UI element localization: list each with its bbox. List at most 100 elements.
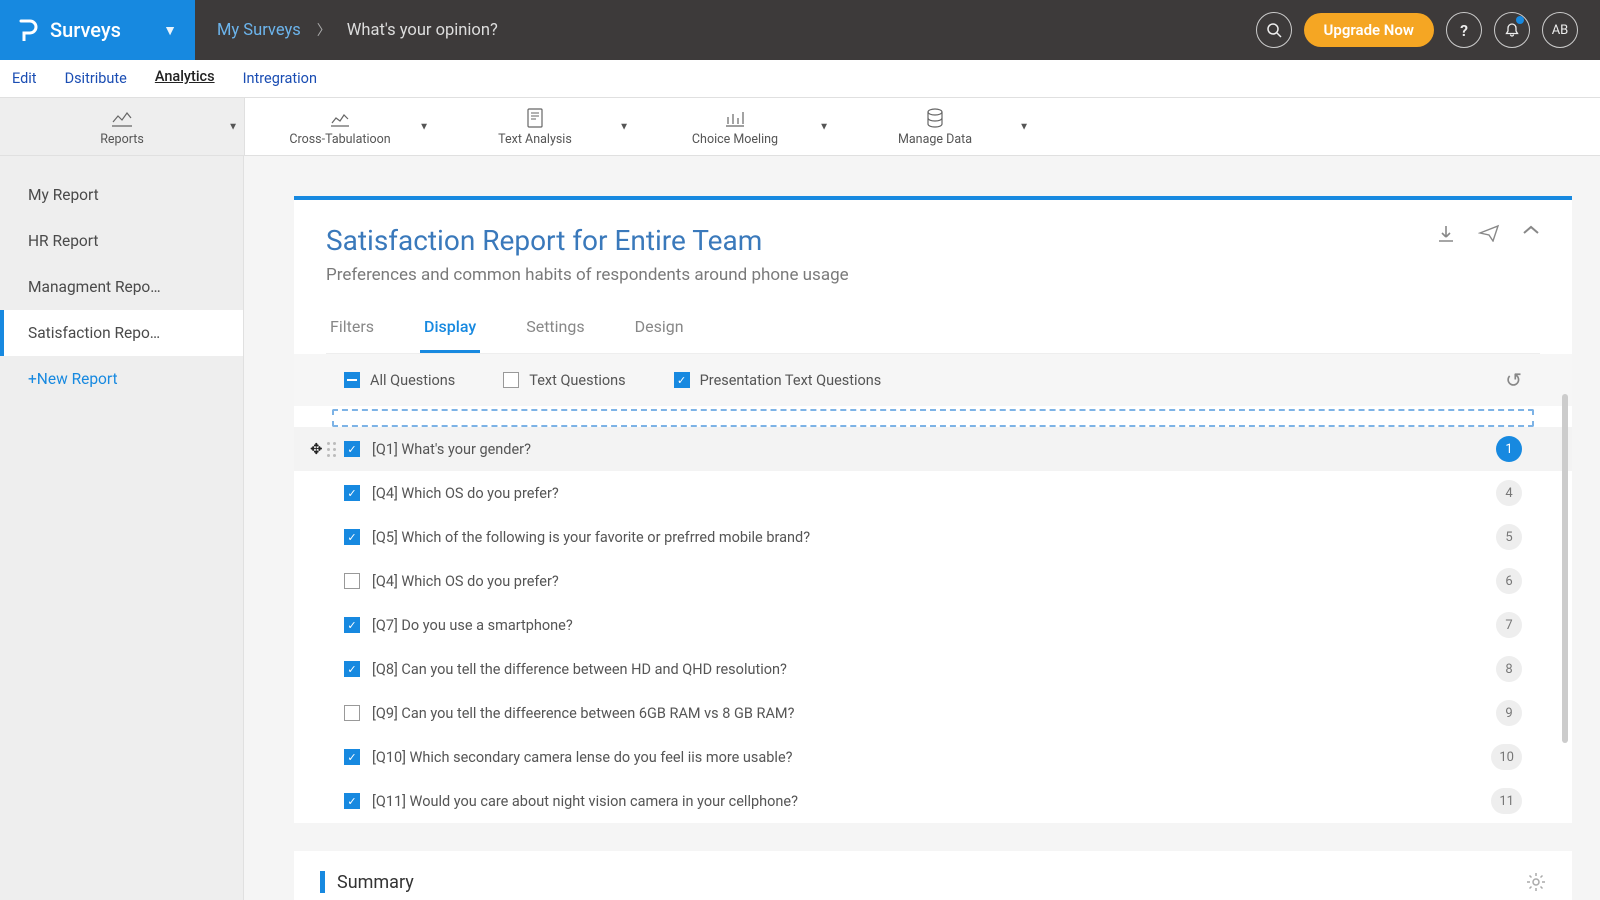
question-row[interactable]: [Q9] Can you tell the diffeerence betwee… <box>294 691 1572 735</box>
question-row[interactable]: ✓ [Q8] Can you tell the difference betwee… <box>294 647 1572 691</box>
logo-icon <box>18 19 38 41</box>
scrollbar[interactable] <box>1562 394 1568 743</box>
chevron-down-icon: ▼ <box>1019 121 1029 132</box>
filter-presentation-questions[interactable]: ✓ Presentation Text Questions <box>674 372 882 389</box>
ribbon-choicemodeling[interactable]: Choice Moeling ▼ <box>635 98 835 155</box>
question-label: [Q5] Which of the following is your favo… <box>372 529 810 546</box>
brand-dropdown[interactable]: Surveys ▼ <box>0 0 195 60</box>
question-badge: 11 <box>1491 788 1522 814</box>
checkbox-checked-icon[interactable]: ✓ <box>344 485 360 501</box>
subnav-distribute[interactable]: Dsitribute <box>65 70 127 87</box>
ribbon: Reports ▼ Cross-Tabulatioon ▼ Text Analy… <box>0 98 1600 156</box>
chevron-down-icon: ▼ <box>228 121 238 132</box>
question-row[interactable]: ✓ [Q5] Which of the following is your fav… <box>294 515 1572 559</box>
subnav-integration[interactable]: Intregration <box>243 70 317 87</box>
notifications-button[interactable] <box>1494 12 1530 48</box>
user-avatar[interactable]: AB <box>1542 12 1578 48</box>
ribbon-textanalysis[interactable]: Text Analysis ▼ <box>435 98 635 155</box>
text-analysis-icon <box>526 107 544 129</box>
report-tabs: Filters Display Settings Design <box>326 309 1540 354</box>
checkbox-checked-icon[interactable]: ✓ <box>344 441 360 457</box>
question-filters: All Questions Text Questions ✓ Presentat… <box>294 354 1572 406</box>
report-title: Satisfaction Report for Entire Team <box>326 224 1540 257</box>
question-row[interactable]: ✓ [Q4] Which OS do you prefer? 4 <box>294 471 1572 515</box>
question-row[interactable]: ✥ ✓ [Q1] What's your gender? 1 <box>294 427 1572 471</box>
checkbox-unchecked-icon[interactable] <box>344 705 360 721</box>
checkbox-checked-icon[interactable]: ✓ <box>344 661 360 677</box>
question-label: [Q4] Which OS do you prefer? <box>372 573 559 590</box>
checkbox-checked-icon[interactable]: ✓ <box>344 793 360 809</box>
new-report-button[interactable]: +New Report <box>0 356 243 402</box>
tab-settings[interactable]: Settings <box>522 309 588 353</box>
bell-icon <box>1504 22 1520 38</box>
filter-all-questions[interactable]: All Questions <box>344 372 455 389</box>
breadcrumb-root[interactable]: My Surveys <box>217 21 301 40</box>
summary-title: Summary <box>337 872 414 893</box>
sidebar-item[interactable]: HR Report <box>0 218 243 264</box>
question-badge: 6 <box>1496 568 1522 594</box>
subnav-analytics[interactable]: Analytics <box>155 68 215 85</box>
question-list: ✥ ✓ [Q1] What's your gender? 1 ✓ [Q4] Which O… <box>294 427 1572 823</box>
upgrade-button[interactable]: Upgrade Now <box>1304 13 1434 47</box>
breadcrumb: My Surveys 〉 What's your opinion? <box>195 0 1256 60</box>
question-label: [Q1] What's your gender? <box>372 441 531 458</box>
question-row[interactable]: ✓ [Q10] Which secondary camera lense do y… <box>294 735 1572 779</box>
question-row[interactable]: ✓[Q11] Would you care about night vision… <box>294 779 1572 823</box>
filter-text-questions[interactable]: Text Questions <box>503 372 625 389</box>
tab-design[interactable]: Design <box>631 309 688 353</box>
collapse-button[interactable] <box>1522 224 1540 244</box>
topbar: Surveys ▼ My Surveys 〉 What's your opini… <box>0 0 1600 60</box>
question-row[interactable]: [Q4] Which OS do you prefer? 6 <box>294 559 1572 603</box>
move-icon: ✥ <box>310 440 323 458</box>
drag-handle[interactable]: ✥ <box>310 440 336 458</box>
settings-button[interactable] <box>1526 872 1546 892</box>
checkbox-checked-icon: ✓ <box>674 372 690 388</box>
gear-icon <box>1526 872 1546 892</box>
content-area: Satisfaction Report for Entire Team Pref… <box>244 156 1600 900</box>
sidebar-item[interactable]: My Report <box>0 172 243 218</box>
summary-card: Summary 68822124272%804 m <box>294 851 1572 900</box>
checkbox-checked-icon[interactable]: ✓ <box>344 529 360 545</box>
line-chart-icon <box>111 107 133 129</box>
question-badge: 4 <box>1496 480 1522 506</box>
ribbon-managedata[interactable]: Manage Data ▼ <box>835 98 1035 155</box>
question-label: [Q8] Can you tell the difference between… <box>372 661 787 678</box>
question-label: [Q4] Which OS do you prefer? <box>372 485 559 502</box>
question-label: [Q9] Can you tell the diffeerence betwee… <box>372 705 794 722</box>
question-badge: 10 <box>1491 744 1522 770</box>
tab-filters[interactable]: Filters <box>326 309 378 353</box>
report-card: Satisfaction Report for Entire Team Pref… <box>294 196 1572 823</box>
question-label: [Q10] Which secondary camera lense do yo… <box>372 749 793 766</box>
summary-accent <box>320 871 325 893</box>
notification-dot <box>1516 16 1524 24</box>
question-badge: 8 <box>1496 656 1522 682</box>
report-subtitle: Preferences and common habits of respond… <box>326 265 1540 285</box>
download-button[interactable] <box>1436 224 1456 244</box>
reset-button[interactable]: ↺ <box>1505 368 1522 392</box>
sidebar: My ReportHR ReportManagment Repo…Satisfa… <box>0 156 244 900</box>
sidebar-item[interactable]: Managment Repo… <box>0 264 243 310</box>
search-button[interactable] <box>1256 12 1292 48</box>
subnav-edit[interactable]: Edit <box>12 70 37 87</box>
question-label: [Q7] Do you use a smartphone? <box>372 617 573 634</box>
checkbox-unchecked-icon[interactable] <box>344 573 360 589</box>
question-badge: 7 <box>1496 612 1522 638</box>
database-icon <box>926 107 944 129</box>
checkbox-unchecked-icon <box>503 372 519 388</box>
checkbox-checked-icon[interactable]: ✓ <box>344 617 360 633</box>
breadcrumb-current: What's your opinion? <box>347 21 498 40</box>
ribbon-reports[interactable]: Reports ▼ <box>0 98 244 155</box>
tab-display[interactable]: Display <box>420 309 480 353</box>
subnav: Edit Dsitribute Analytics Intregration <box>0 60 1600 98</box>
sidebar-item[interactable]: Satisfaction Repo… <box>0 310 243 356</box>
question-badge: 1 <box>1496 436 1522 462</box>
drop-zone[interactable] <box>332 409 1534 427</box>
question-badge: 5 <box>1496 524 1522 550</box>
help-button[interactable]: ? <box>1446 12 1482 48</box>
crosstab-icon <box>330 107 350 129</box>
share-button[interactable] <box>1478 224 1500 244</box>
question-row[interactable]: ✓ [Q7] Do you use a smartphone? 7 <box>294 603 1572 647</box>
ribbon-crosstab[interactable]: Cross-Tabulatioon ▼ <box>245 98 435 155</box>
checkbox-checked-icon[interactable]: ✓ <box>344 749 360 765</box>
chevron-down-icon: ▼ <box>819 121 829 132</box>
